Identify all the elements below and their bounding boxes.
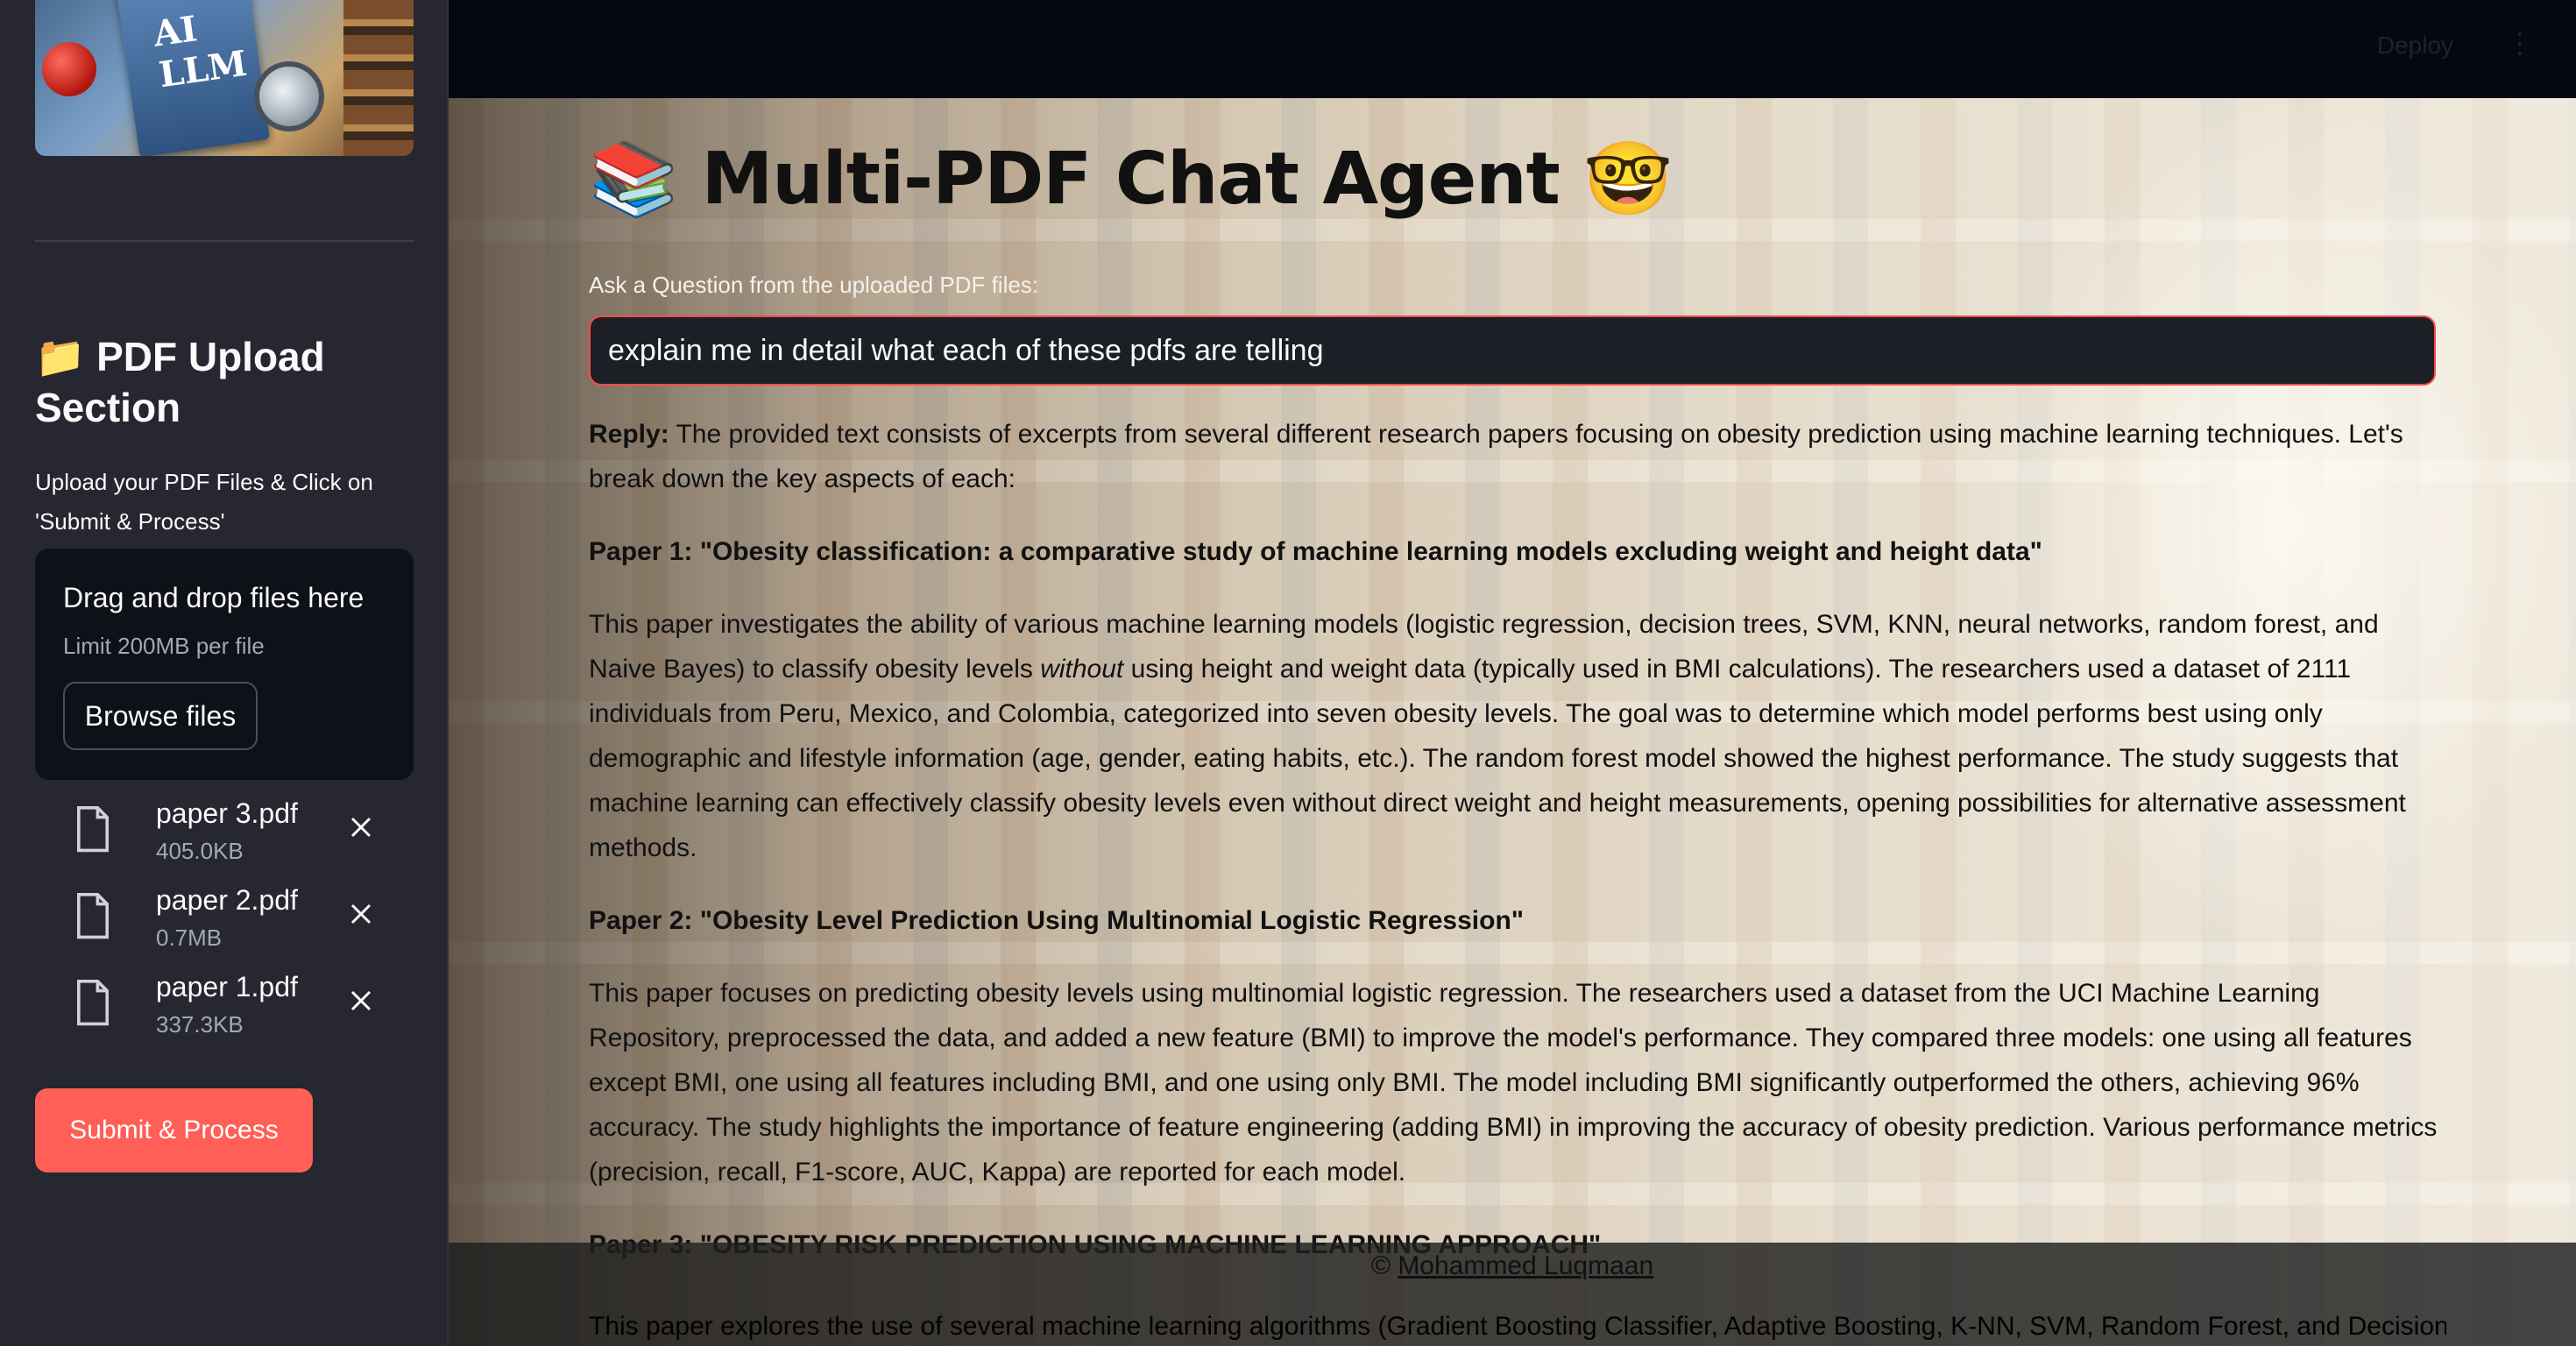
paper2-body: This paper focuses on predicting obesity… — [589, 979, 2438, 1187]
footer: © Mohammed Luqmaan This paper explores t… — [449, 1243, 2576, 1346]
sidebar-divider — [35, 240, 414, 242]
reply-label: Reply: — [589, 420, 669, 449]
file-size: 405.0KB — [156, 838, 244, 864]
paper2-heading-text: Paper 2: "Obesity Level Prediction Using… — [589, 906, 1525, 935]
close-icon — [350, 990, 372, 1011]
top-toolbar: Deploy ⋮ — [449, 0, 2576, 98]
reply-intro: Reply: The provided text consists of exc… — [589, 412, 2446, 501]
nerd-face-icon: 🤓 — [1583, 138, 1673, 221]
file-icon — [77, 893, 109, 939]
page-header: 📚 Multi-PDF Chat Agent 🤓 — [589, 131, 2446, 228]
paper1-emphasis: without — [1040, 655, 1124, 684]
dropzone-limit: Limit 200MB per file — [63, 633, 265, 659]
sidebar-hero-image: AI LLM — [35, 0, 414, 156]
dropzone-title: Drag and drop files here — [63, 582, 364, 613]
sidebar-title: 📁 PDF Upload Section — [35, 331, 412, 433]
submit-process-button[interactable]: Submit & Process — [35, 1088, 313, 1172]
reply-body: Reply: The provided text consists of exc… — [589, 412, 2446, 1295]
main-area: Deploy ⋮ 📚 Multi-PDF Chat Agent 🤓 Ask a … — [449, 0, 2576, 1346]
paper2-heading: Paper 2: "Obesity Level Prediction Using… — [589, 898, 2446, 943]
file-size: 0.7MB — [156, 924, 223, 951]
close-icon — [350, 817, 372, 838]
page-title-text: Multi-PDF Chat Agent — [701, 138, 1560, 221]
paper1-body-b: using height and weight data (typically … — [589, 655, 2406, 862]
close-icon — [350, 903, 372, 924]
file-size: 337.3KB — [156, 1011, 244, 1038]
sidebar: AI LLM 📁 PDF Upload Section Upload your … — [0, 0, 449, 1346]
remove-file-button[interactable] — [343, 896, 379, 932]
file-icon — [77, 980, 109, 1026]
author-link[interactable]: Mohammed Luqmaan — [1398, 1251, 1653, 1280]
question-input[interactable] — [589, 315, 2436, 386]
paper1-heading-text: Paper 1: "Obesity classification: a comp… — [589, 537, 2042, 566]
hero-book-text: AI LLM — [151, 8, 250, 96]
footer-credit: © Mohammed Luqmaan — [449, 1251, 2576, 1281]
uploaded-file-row: paper 1.pdf 337.3KB — [35, 967, 414, 1048]
sidebar-instructions: Upload your PDF Files & Click on 'Submit… — [35, 469, 373, 535]
book-image: AI LLM — [115, 0, 271, 156]
books-icon: 📚 — [589, 138, 678, 221]
deploy-button[interactable]: Deploy — [2377, 32, 2453, 60]
robot-image — [254, 61, 324, 131]
file-icon — [77, 806, 109, 853]
page-title: 📚 Multi-PDF Chat Agent 🤓 — [589, 131, 2446, 228]
reply-intro-text: The provided text consists of excerpts f… — [589, 420, 2403, 493]
uploaded-file-row: paper 2.pdf 0.7MB — [35, 881, 414, 961]
browse-files-button[interactable]: Browse files — [63, 682, 258, 750]
folder-icon: 📁 — [35, 334, 86, 379]
file-dropzone[interactable]: Drag and drop files here Limit 200MB per… — [35, 549, 414, 780]
uploaded-file-row: paper 3.pdf 405.0KB — [35, 794, 414, 875]
paper1-heading: Paper 1: "Obesity classification: a comp… — [589, 529, 2446, 574]
paper3-body: This paper explores the use of several m… — [589, 1312, 2446, 1341]
file-name: paper 1.pdf — [156, 971, 298, 1002]
copyright-symbol: © — [1370, 1251, 1391, 1280]
file-name: paper 3.pdf — [156, 797, 298, 829]
paper1-body: This paper investigates the ability of v… — [589, 602, 2446, 870]
remove-file-button[interactable] — [343, 983, 379, 1018]
remove-file-button[interactable] — [343, 810, 379, 845]
question-label: Ask a Question from the uploaded PDF fil… — [589, 272, 1039, 298]
books-stack-image — [343, 0, 414, 156]
main-menu-icon[interactable]: ⋮ — [2506, 26, 2534, 60]
file-name: paper 2.pdf — [156, 884, 298, 916]
apple-image — [42, 42, 96, 96]
